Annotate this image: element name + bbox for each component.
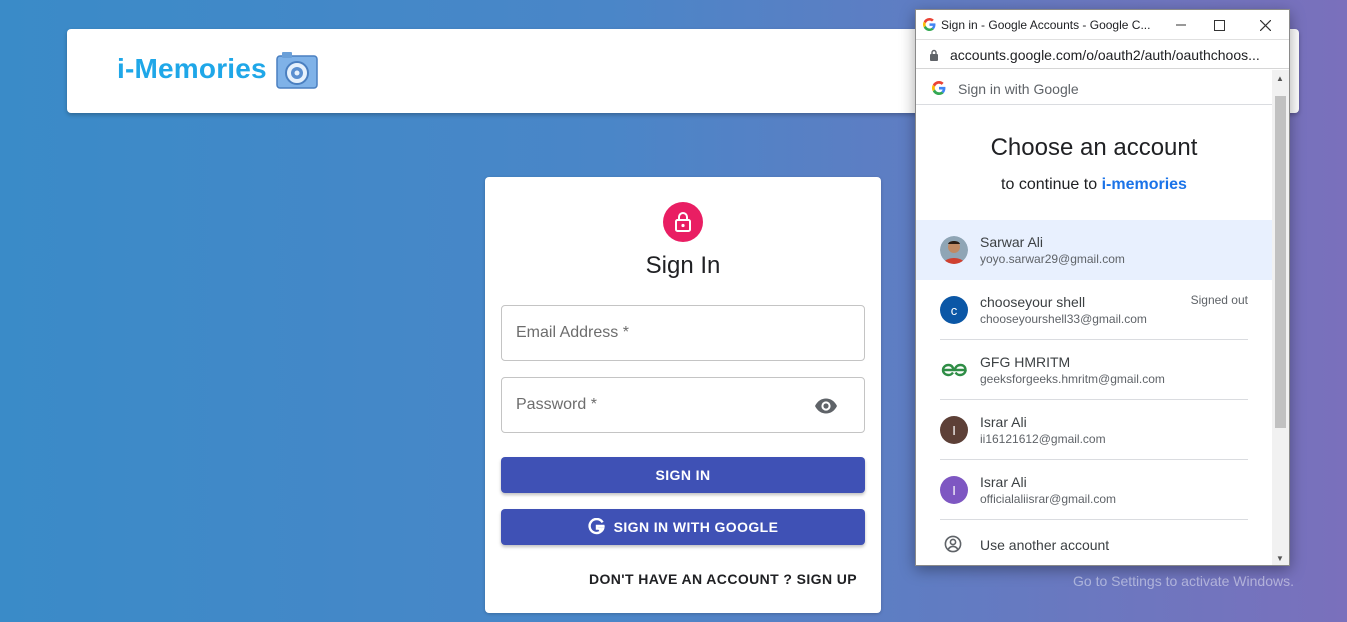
minimize-icon — [1176, 24, 1186, 26]
account-circle-icon — [944, 535, 962, 553]
account-item[interactable]: Sarwar Ali yoyo.sarwar29@gmail.com — [916, 220, 1272, 280]
email-label: Email Address * — [516, 324, 629, 341]
account-name: Sarwar Ali — [980, 234, 1044, 250]
google-signin-popup: Sign in - Google Accounts - Google C... … — [915, 9, 1290, 566]
watermark-line2: Go to Settings to activate Windows. — [1073, 573, 1294, 589]
account-list: Sarwar Ali yoyo.sarwar29@gmail.com c cho… — [916, 220, 1272, 520]
google-signin-button[interactable]: SIGN IN WITH GOOGLE — [501, 509, 865, 545]
lock-icon — [675, 212, 691, 232]
url-text: accounts.google.com/o/oauth2/auth/oauthc… — [950, 47, 1260, 63]
account-name: chooseyour shell — [980, 294, 1086, 310]
google-header-text: Sign in with Google — [958, 81, 1079, 97]
camera-icon — [276, 52, 318, 89]
account-email: ii16121612@gmail.com — [980, 432, 1106, 446]
scrollbar-thumb[interactable] — [1275, 96, 1286, 428]
continue-app-name[interactable]: i-memories — [1102, 176, 1187, 193]
watermark-line1: Activate Windows — [1073, 548, 1223, 569]
popup-window-title: Sign in - Google Accounts - Google C... — [941, 18, 1151, 32]
maximize-icon — [1213, 19, 1225, 31]
signed-out-status: Signed out — [1190, 293, 1248, 307]
account-item[interactable]: c chooseyour shell chooseyourshell33@gma… — [916, 280, 1272, 340]
google-icon — [588, 518, 605, 535]
minimize-button[interactable] — [1170, 14, 1192, 36]
account-name: Israr Ali — [980, 474, 1027, 490]
account-email: chooseyourshell33@gmail.com — [980, 312, 1147, 326]
eye-icon[interactable] — [814, 395, 838, 417]
padlock-icon — [930, 49, 938, 61]
account-avatar: I — [940, 416, 968, 444]
continue-to-text: to continue to i-memories — [916, 176, 1272, 194]
account-avatar: c — [940, 296, 968, 324]
account-item[interactable]: I Israr Ali officialaliisrar@gmail.com — [916, 460, 1272, 520]
continue-prefix: to continue to — [1001, 176, 1098, 193]
address-bar[interactable]: accounts.google.com/o/oauth2/auth/oauthc… — [916, 41, 1289, 69]
signup-link[interactable]: DON'T HAVE AN ACCOUNT ? SIGN UP — [589, 571, 857, 587]
signin-title: Sign In — [645, 252, 721, 279]
profile-photo-avatar — [940, 236, 968, 264]
scroll-down-icon[interactable]: ▼ — [1276, 554, 1284, 563]
scroll-up-icon[interactable]: ▲ — [1276, 74, 1284, 83]
popup-scrollbar[interactable]: ▲ ▼ — [1272, 70, 1289, 565]
popup-titlebar[interactable]: Sign in - Google Accounts - Google C... — [916, 10, 1289, 40]
brand-title[interactable]: i-Memories — [117, 53, 267, 85]
password-label: Password * — [516, 396, 597, 413]
account-item[interactable]: I Israr Ali ii16121612@gmail.com — [916, 400, 1272, 460]
account-email: geeksforgeeks.hmritm@gmail.com — [980, 372, 1165, 386]
google-header: Sign in with Google — [916, 70, 1272, 105]
password-field[interactable]: Password * — [501, 377, 865, 433]
maximize-button[interactable] — [1208, 14, 1230, 36]
account-avatar: I — [940, 476, 968, 504]
gfg-logo-icon — [941, 363, 967, 377]
email-field[interactable]: Email Address * — [501, 305, 865, 361]
account-item[interactable]: GFG HMRITM geeksforgeeks.hmritm@gmail.co… — [916, 340, 1272, 400]
account-email: officialaliisrar@gmail.com — [980, 492, 1116, 506]
signin-card: Sign In Email Address * Password * SIGN … — [485, 177, 881, 613]
google-g-icon — [923, 18, 936, 31]
lock-avatar — [663, 202, 703, 242]
close-button[interactable] — [1254, 14, 1276, 36]
account-name: GFG HMRITM — [980, 354, 1071, 370]
account-email: yoyo.sarwar29@gmail.com — [980, 252, 1125, 266]
google-signin-label: SIGN IN WITH GOOGLE — [613, 519, 779, 535]
choose-account-heading: Choose an account — [990, 134, 1198, 161]
account-name: Israr Ali — [980, 414, 1027, 430]
signin-button[interactable]: SIGN IN — [501, 457, 865, 493]
close-icon — [1259, 19, 1271, 31]
google-logo-icon — [932, 81, 946, 95]
